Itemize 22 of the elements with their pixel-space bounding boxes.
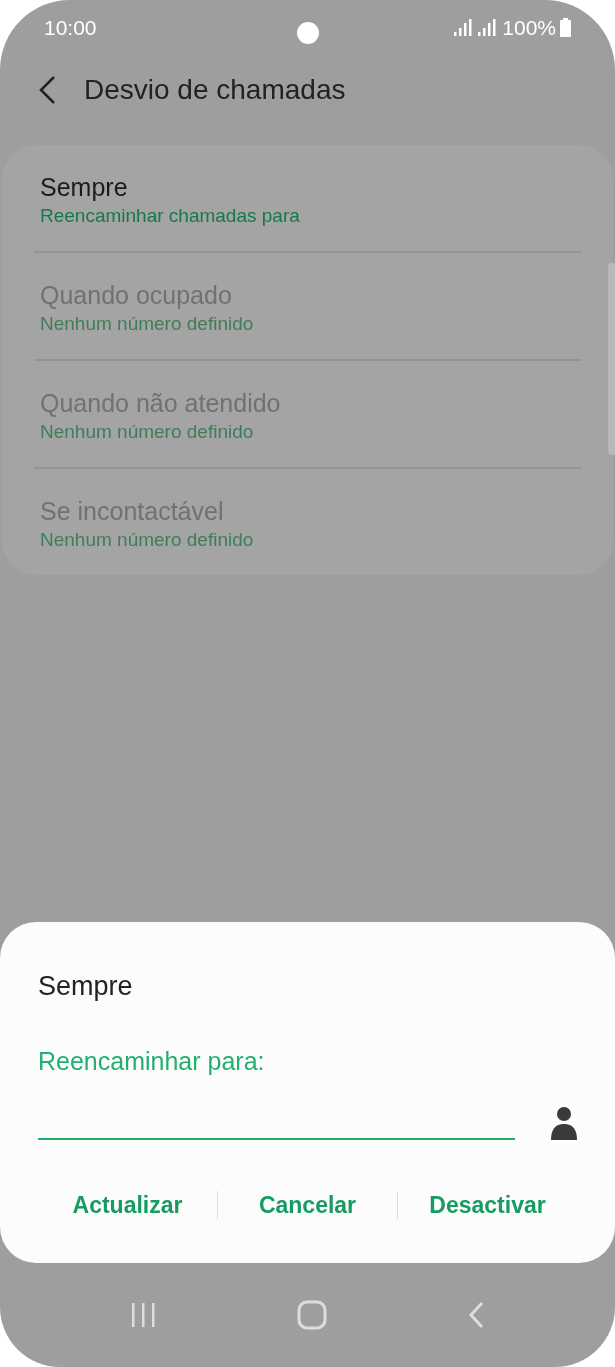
option-subtitle: Nenhum número definido <box>40 528 255 552</box>
option-subtitle: Reencaminhar chamadas para <box>40 204 301 228</box>
dialog-button[interactable]: Cancelar <box>218 1182 397 1229</box>
signal-icon <box>454 18 475 37</box>
battery-percent: 100% <box>502 15 556 41</box>
page-title: Desvio de chamadas <box>84 73 346 107</box>
option-subtitle: Nenhum número definido <box>40 312 255 336</box>
option-title[interactable]: Sempre <box>40 171 575 203</box>
dialog-title: Sempre <box>38 970 134 1003</box>
field-label: Reencaminhar para: <box>38 1045 266 1077</box>
scrollbar[interactable] <box>608 263 615 455</box>
dialog-button[interactable]: Actualizar <box>38 1182 217 1229</box>
recent-apps-icon[interactable] <box>129 1302 158 1328</box>
battery-icon <box>560 18 571 38</box>
status-time: 10:00 <box>44 15 97 41</box>
option-subtitle: Nenhum número definido <box>40 420 255 444</box>
dialog-button[interactable]: Desactivar <box>398 1182 577 1229</box>
back-icon[interactable] <box>38 75 56 105</box>
home-icon[interactable] <box>297 1300 328 1330</box>
contact-icon[interactable] <box>551 1106 577 1140</box>
camera-hole <box>297 22 319 44</box>
signal-icon <box>478 18 499 37</box>
